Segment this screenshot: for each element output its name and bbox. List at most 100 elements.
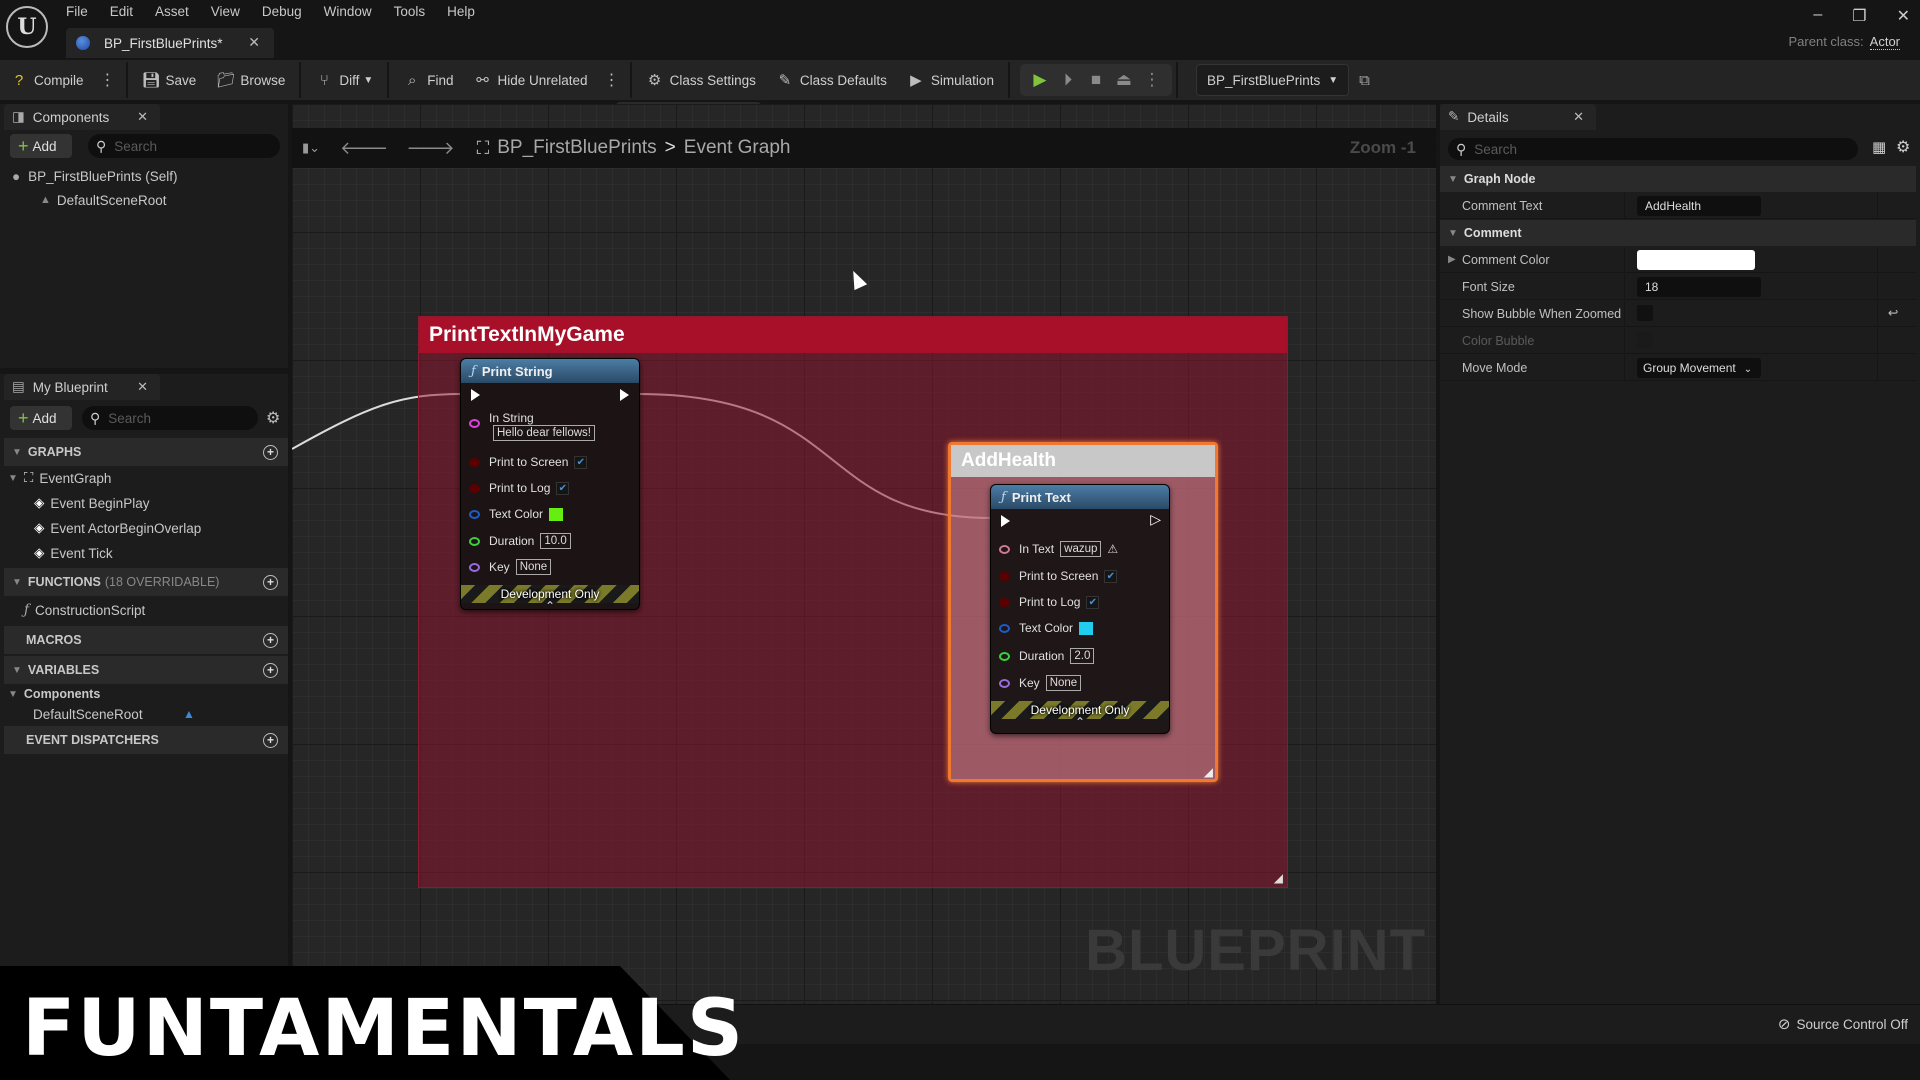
find-button[interactable]: ⌕ Find xyxy=(393,60,463,100)
minimize-button[interactable]: – xyxy=(1813,6,1822,26)
property-matrix-icon[interactable]: ▦ xyxy=(1872,138,1886,156)
tree-item-event[interactable]: ◈ Event BeginPlay xyxy=(34,491,149,515)
tree-item-variable[interactable]: DefaultSceneRoot ▲ xyxy=(33,702,203,726)
menu-edit[interactable]: Edit xyxy=(110,3,145,21)
collapse-node-icon[interactable]: ⌃ xyxy=(461,599,639,613)
tree-item-construction-script[interactable]: ƒ ConstructionScript xyxy=(24,598,145,622)
text-pin-icon[interactable] xyxy=(999,544,1010,554)
add-graph-icon[interactable]: + xyxy=(263,444,278,460)
bool-pin-icon[interactable] xyxy=(469,483,480,493)
event-graph-canvas[interactable]: ▮⌄ 🡐 🡒 ⛶ BP_FirstBluePrints > Event Grap… xyxy=(292,104,1436,1004)
components-tab[interactable]: ◨ Components ✕ xyxy=(4,104,160,130)
hide-unrelated-button[interactable]: ⚯ Hide Unrelated xyxy=(464,60,598,100)
components-search-input[interactable]: ⚲ Search xyxy=(88,134,280,158)
settings-gear-icon[interactable]: ⚙ xyxy=(1896,137,1910,157)
menu-window[interactable]: Window xyxy=(324,3,384,21)
menu-debug[interactable]: Debug xyxy=(262,3,314,21)
document-tab[interactable]: BP_FirstBluePrints* ✕ xyxy=(66,28,274,58)
parent-class-link[interactable]: Actor xyxy=(1869,34,1900,50)
font-size-input[interactable]: 18 xyxy=(1637,277,1761,297)
reset-to-default-icon[interactable]: ↩ xyxy=(1888,305,1898,320)
compile-button[interactable]: ? Compile xyxy=(0,60,94,100)
tree-item-event-graph[interactable]: ▼ ⛶ EventGraph xyxy=(8,466,111,490)
duration-input[interactable]: 2.0 xyxy=(1070,648,1095,664)
key-input[interactable]: None xyxy=(515,559,552,575)
tree-item-event[interactable]: ◈ Event Tick xyxy=(34,541,113,565)
close-icon[interactable]: ✕ xyxy=(137,379,148,395)
add-variable-icon[interactable]: + xyxy=(263,662,278,678)
close-tab-icon[interactable]: ✕ xyxy=(248,34,260,51)
text-color-swatch[interactable] xyxy=(549,507,564,521)
resize-handle-icon[interactable]: ◢ xyxy=(1274,871,1283,885)
in-string-input[interactable]: Hello dear fellows! xyxy=(493,425,595,441)
menu-file[interactable]: File xyxy=(66,3,100,21)
unreal-logo-icon[interactable]: U xyxy=(6,6,48,48)
my-blueprint-search-input[interactable]: ⚲ Search xyxy=(82,406,258,430)
hide-unrelated-options-icon[interactable]: ⋮ xyxy=(598,70,626,90)
section-macros[interactable]: MACROS + xyxy=(4,626,288,654)
close-icon[interactable]: ✕ xyxy=(137,109,148,125)
exec-out-pin-unconnected[interactable]: ▷ xyxy=(1150,511,1161,528)
name-pin-icon[interactable] xyxy=(469,562,480,572)
section-graphs[interactable]: ▼ GRAPHS + xyxy=(4,438,288,466)
node-print-text[interactable]: ƒ Print Text ▷ In Text wazup ⚠ Print to Scr… xyxy=(990,484,1170,734)
menu-asset[interactable]: Asset xyxy=(155,3,201,21)
bool-pin-icon[interactable] xyxy=(999,571,1010,581)
expand-arrow-icon[interactable]: ▶ xyxy=(1448,254,1456,265)
add-member-button[interactable]: + Add xyxy=(10,406,72,430)
eject-icon[interactable]: ⏏ xyxy=(1110,70,1138,90)
add-dispatcher-icon[interactable]: + xyxy=(263,732,278,748)
collapse-node-icon[interactable]: ⌃ xyxy=(991,715,1169,729)
details-section-graph-node[interactable]: ▼ Graph Node xyxy=(1440,166,1916,192)
float-pin-icon[interactable] xyxy=(999,651,1010,661)
details-tab[interactable]: ✎ Details ✕ xyxy=(1440,104,1596,130)
color-bubble-checkbox[interactable] xyxy=(1637,332,1653,348)
in-text-input[interactable]: wazup xyxy=(1060,541,1102,557)
debug-object-selector[interactable]: BP_FirstBluePrints ▼ xyxy=(1195,64,1350,96)
tree-item-event[interactable]: ◈ Event ActorBeginOverlap xyxy=(34,516,201,540)
comment-title[interactable]: AddHealth xyxy=(951,445,1215,477)
details-search-input[interactable]: ⚲ Search xyxy=(1448,138,1858,160)
restore-button[interactable]: ❐ xyxy=(1852,6,1866,26)
key-input[interactable]: None xyxy=(1045,675,1082,691)
print-to-screen-checkbox[interactable]: ✔ xyxy=(574,455,588,469)
browse-button[interactable]: 📁︎ Browse xyxy=(206,60,295,100)
exec-out-pin[interactable] xyxy=(620,389,629,401)
color-pin-icon[interactable] xyxy=(469,509,480,519)
comment-color-swatch[interactable] xyxy=(1637,250,1755,270)
settings-gear-icon[interactable]: ⚙ xyxy=(266,408,280,428)
string-pin-icon[interactable] xyxy=(469,419,480,428)
add-component-button[interactable]: + Add xyxy=(10,134,72,158)
duration-input[interactable]: 10.0 xyxy=(540,533,571,549)
play-icon[interactable]: ▶ xyxy=(1026,70,1054,90)
comment-title[interactable]: PrintTextInMyGame xyxy=(419,317,1287,353)
class-settings-button[interactable]: ⚙ Class Settings xyxy=(636,60,766,100)
node-print-string[interactable]: ƒ Print String In String Hello dear fello… xyxy=(460,358,640,613)
add-macro-icon[interactable]: + xyxy=(263,632,278,648)
float-pin-icon[interactable] xyxy=(469,536,480,546)
bool-pin-icon[interactable] xyxy=(469,457,480,467)
menu-tools[interactable]: Tools xyxy=(394,3,438,21)
menu-help[interactable]: Help xyxy=(447,3,487,21)
component-default-scene-root[interactable]: ▲ DefaultSceneRoot xyxy=(40,188,166,212)
comment-text-input[interactable]: AddHealth xyxy=(1637,196,1761,216)
menu-view[interactable]: View xyxy=(211,3,252,21)
close-icon[interactable]: ✕ xyxy=(1573,109,1584,125)
my-blueprint-tab[interactable]: ▤ My Blueprint ✕ xyxy=(4,374,160,400)
step-icon[interactable]: ⏵ xyxy=(1054,70,1082,90)
debug-filter-icon[interactable]: ⧉ xyxy=(1359,72,1370,89)
add-function-icon[interactable]: + xyxy=(263,574,278,590)
name-pin-icon[interactable] xyxy=(999,678,1010,688)
compile-options-icon[interactable]: ⋮ xyxy=(94,70,122,90)
exec-in-pin[interactable] xyxy=(471,389,480,401)
color-pin-icon[interactable] xyxy=(999,623,1010,633)
print-to-log-checkbox[interactable]: ✔ xyxy=(1086,595,1100,609)
section-functions[interactable]: ▼ FUNCTIONS (18 OVERRIDABLE) + xyxy=(4,568,288,596)
class-defaults-button[interactable]: ✎ Class Defaults xyxy=(766,60,897,100)
section-event-dispatchers[interactable]: EVENT DISPATCHERS + xyxy=(4,726,288,754)
section-variables[interactable]: ▼ VARIABLES + xyxy=(4,656,288,684)
text-color-swatch[interactable] xyxy=(1079,621,1094,635)
source-control-button[interactable]: ⊘ Source Control Off xyxy=(1778,1015,1908,1033)
play-options-icon[interactable]: ⋮ xyxy=(1138,70,1166,90)
print-to-log-checkbox[interactable]: ✔ xyxy=(556,481,570,495)
